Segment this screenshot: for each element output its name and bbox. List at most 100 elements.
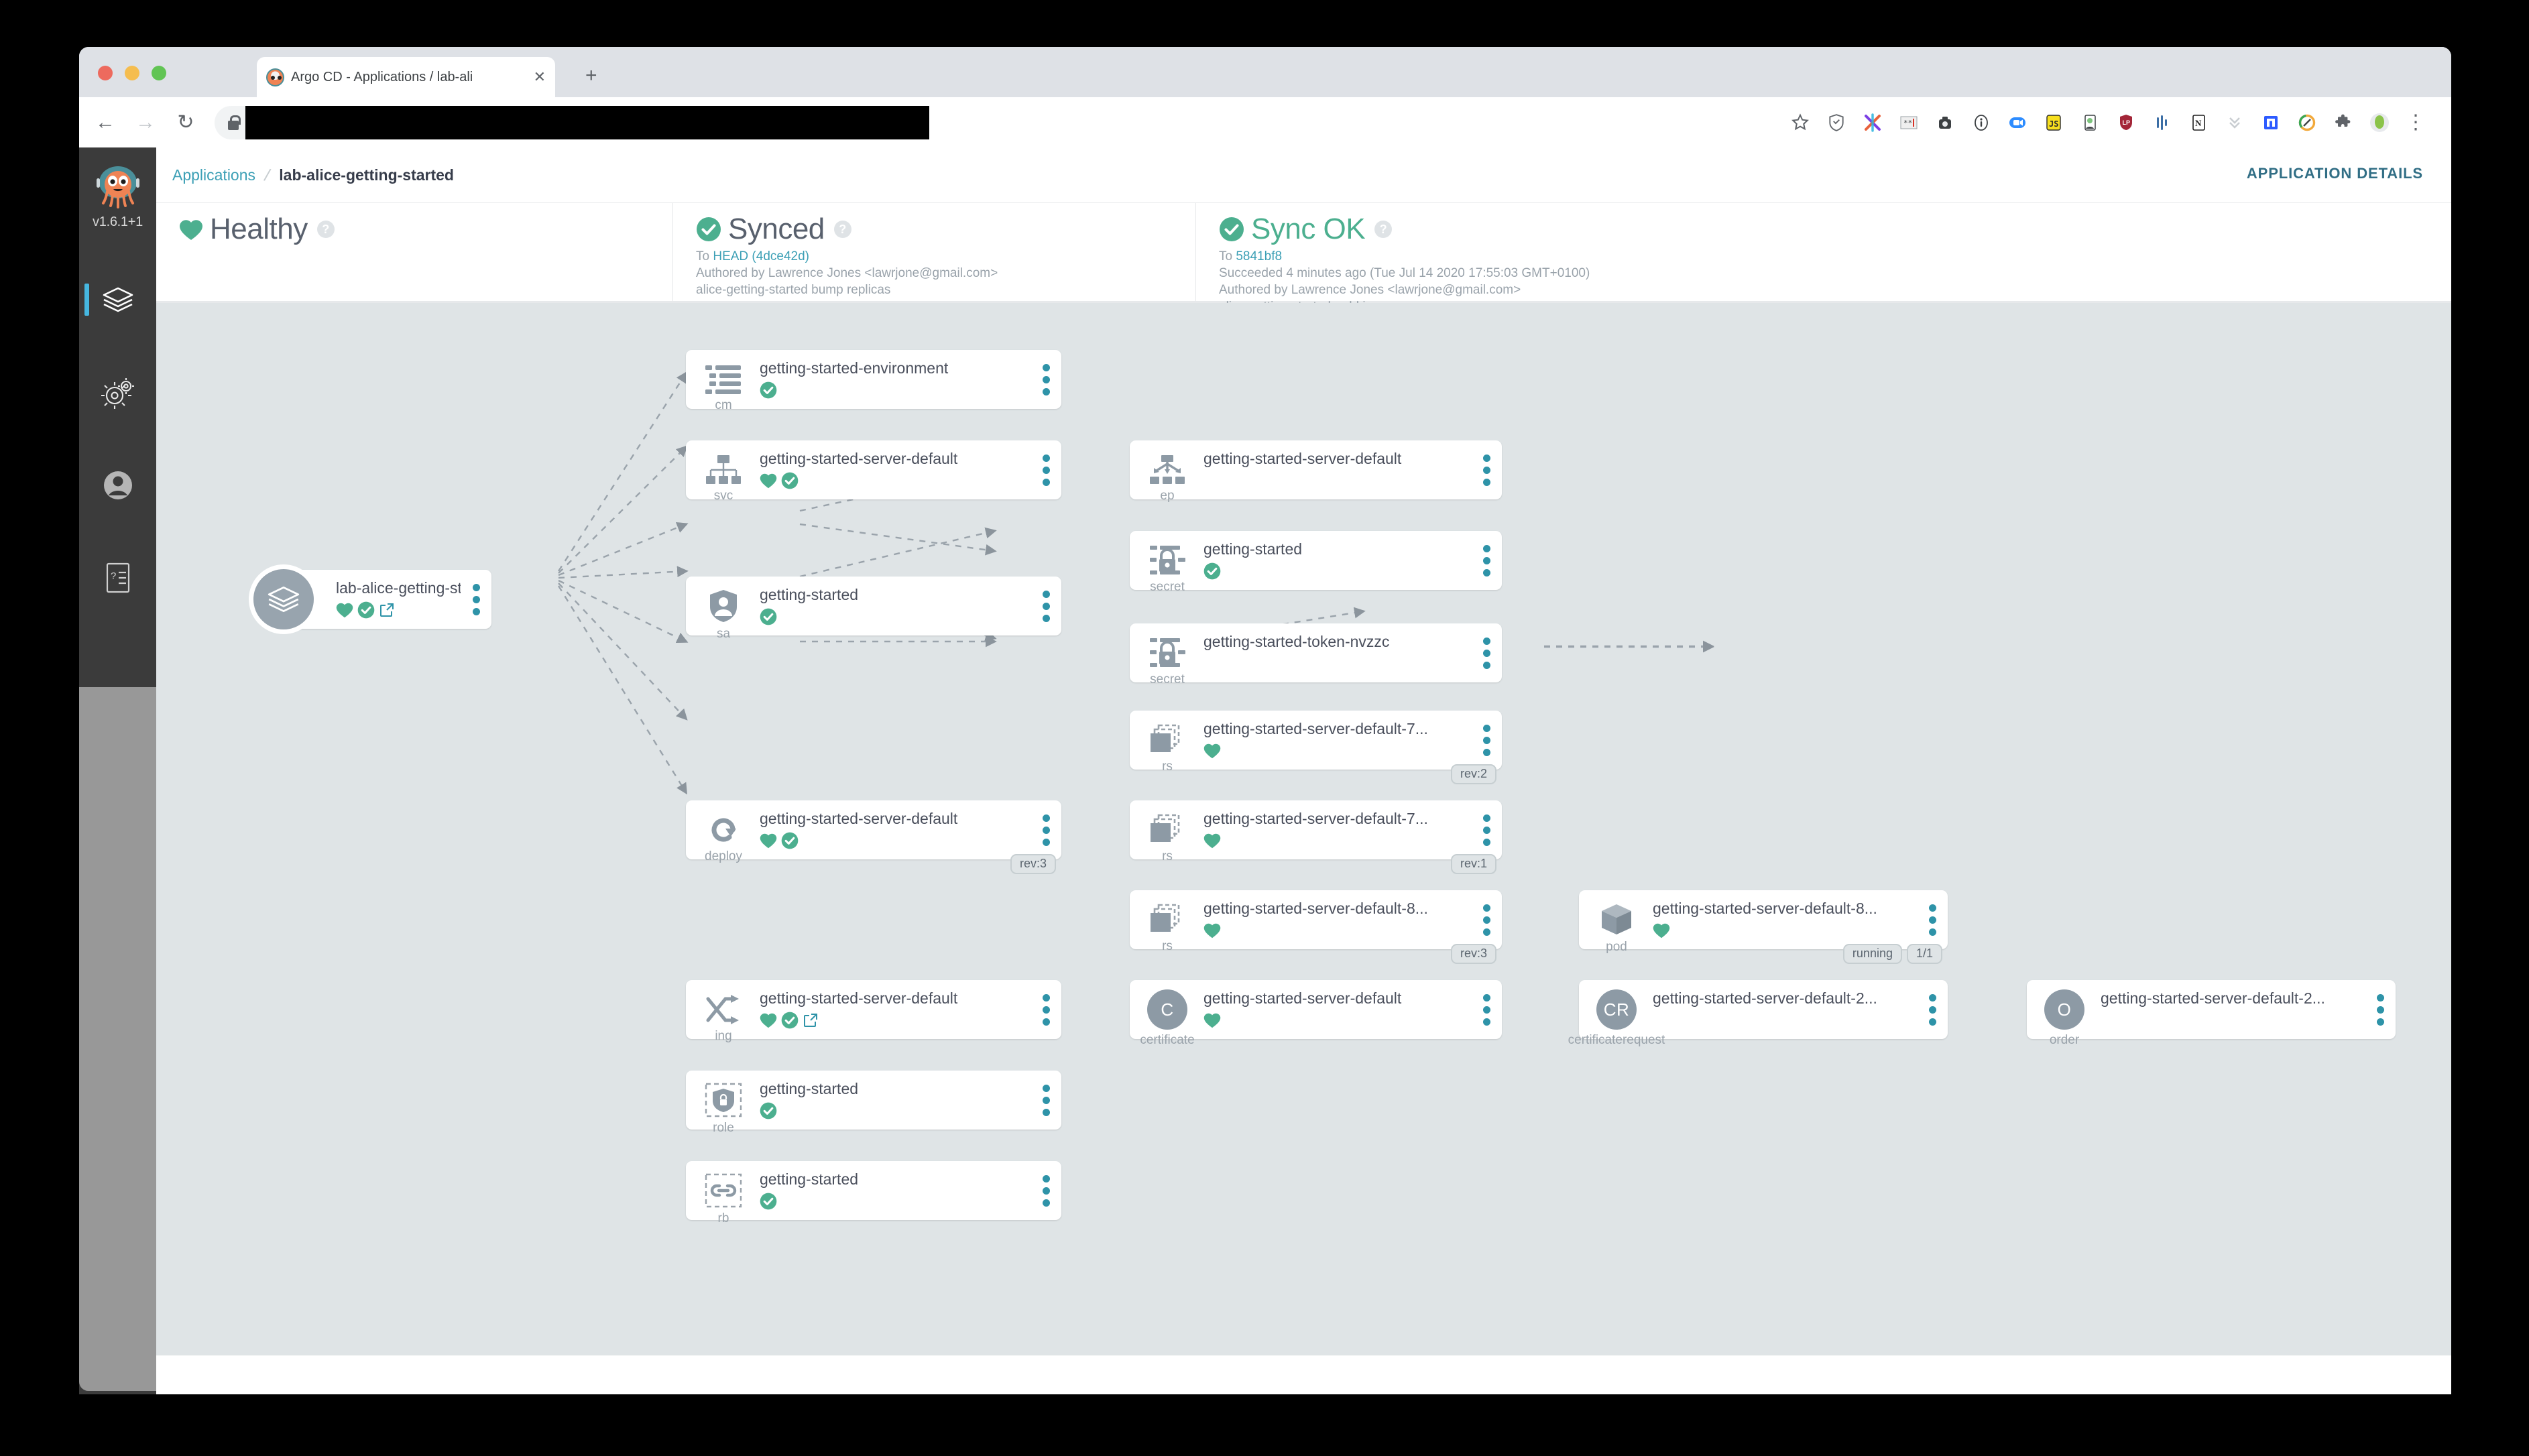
application-details-button[interactable]: APPLICATION DETAILS <box>2247 165 2423 182</box>
notion-extension-icon[interactable]: N <box>2180 105 2217 141</box>
tree-node-pod[interactable]: pod getting-started-server-default-8... <box>1579 890 1948 964</box>
node-badges <box>1203 654 1471 673</box>
operation-help-icon[interactable]: ? <box>1374 221 1393 238</box>
address-bar[interactable] <box>215 105 929 139</box>
sidebar-item-applications[interactable] <box>79 271 156 328</box>
code-extension-icon[interactable]: ** <box>1891 105 1927 141</box>
node-menu-button[interactable] <box>1917 993 1948 1026</box>
url-text[interactable] <box>245 105 929 139</box>
tree-node-rolebinding[interactable]: rb getting-started <box>686 1161 1061 1225</box>
person-extension-icon[interactable] <box>2072 105 2108 141</box>
node-menu-button[interactable] <box>1471 724 1502 756</box>
tree-node-application[interactable]: lab-alice-getting-started <box>249 564 491 634</box>
tree-node-replicaset-2[interactable]: rs getting-started-server-default-7... r… <box>1130 800 1502 874</box>
forward-icon[interactable]: → <box>134 111 157 134</box>
node-menu-button[interactable] <box>1471 814 1502 846</box>
close-tab-icon[interactable]: ✕ <box>531 68 546 86</box>
healthy-heart-icon <box>760 833 777 849</box>
order-initial-badge: O <box>2044 989 2084 1030</box>
external-link-icon[interactable] <box>803 1012 819 1028</box>
sync-revision-link[interactable]: HEAD (4dce42d) <box>713 249 809 263</box>
sync-revision-line: To HEAD (4dce42d) <box>696 248 1195 265</box>
sync-help-icon[interactable]: ? <box>833 221 851 238</box>
browser-tab[interactable]: Argo CD - Applications / lab-ali ✕ <box>257 57 555 97</box>
node-menu-button[interactable] <box>1031 590 1061 622</box>
healthy-heart-icon <box>760 473 777 489</box>
node-menu-button[interactable] <box>1031 363 1061 396</box>
back-icon[interactable]: ← <box>94 111 117 134</box>
order-icon: O order <box>2036 989 2093 1047</box>
reload-icon[interactable]: ↻ <box>174 111 197 134</box>
external-link-icon[interactable] <box>379 602 395 618</box>
node-menu-button[interactable] <box>1031 454 1061 486</box>
node-menu-button[interactable] <box>1471 544 1502 577</box>
shield-extension-icon[interactable] <box>1818 105 1855 141</box>
node-badges <box>1203 741 1471 760</box>
synced-tick-icon <box>781 472 799 489</box>
colorful-x-extension-icon[interactable] <box>1855 105 1891 141</box>
sidebar-scrollbar[interactable] <box>79 687 156 1394</box>
javascript-extension-icon[interactable]: JS <box>2036 105 2072 141</box>
tree-node-certificate[interactable]: C certificate getting-started-server-def… <box>1130 980 1502 1047</box>
node-menu-button[interactable] <box>1471 904 1502 936</box>
new-tab-button[interactable]: + <box>585 66 597 86</box>
node-kind: role <box>713 1121 734 1135</box>
zoom-video-extension-icon[interactable] <box>1999 105 2036 141</box>
health-help-icon[interactable]: ? <box>316 221 335 238</box>
tree-node-order[interactable]: O order getting-started-server-default-2… <box>2027 980 2396 1047</box>
tree-node-deployment[interactable]: deploy getting-started-server-default re… <box>686 800 1061 874</box>
node-menu-button[interactable] <box>1031 1174 1061 1207</box>
node-menu-button[interactable] <box>1471 454 1502 486</box>
minimize-window-button[interactable] <box>125 66 139 80</box>
tree-node-role[interactable]: role getting-started <box>686 1071 1061 1135</box>
tree-node-serviceaccount[interactable]: sa getting-started <box>686 577 1061 641</box>
node-menu-button[interactable] <box>461 583 491 615</box>
argo-logo-icon[interactable] <box>94 162 142 210</box>
node-menu-button[interactable] <box>1031 993 1061 1026</box>
resource-tree-canvas[interactable]: lab-alice-getting-started <box>156 303 2451 1355</box>
window-controls[interactable] <box>98 66 166 80</box>
profile-avatar-icon[interactable] <box>2361 105 2398 141</box>
tree-node-certificaterequest[interactable]: CR certificaterequest getting-started-se… <box>1568 980 1948 1047</box>
node-kind: certificate <box>1140 1033 1195 1047</box>
puzzle-extensions-icon[interactable] <box>2325 105 2361 141</box>
node-menu-button[interactable] <box>1031 1084 1061 1116</box>
sidebar-item-documentation[interactable]: ? <box>79 550 156 606</box>
camera-extension-icon[interactable] <box>1927 105 1963 141</box>
operation-revision-link[interactable]: 5841bf8 <box>1236 249 1282 263</box>
sidebar-item-user-info[interactable] <box>79 457 156 513</box>
info-extension-icon[interactable] <box>1963 105 1999 141</box>
circle-slash-extension-icon[interactable] <box>2289 105 2325 141</box>
tree-node-secret-2[interactable]: secret getting-started-token-nvzzc <box>1130 623 1502 686</box>
tree-node-endpoints[interactable]: ep getting-started-server-default <box>1130 440 1502 503</box>
tree-node-replicaset-3[interactable]: rs getting-started-server-default-8... r… <box>1130 890 1502 964</box>
maximize-window-button[interactable] <box>152 66 166 80</box>
tree-node-configmap[interactable]: cm getting-started-environment <box>686 350 1061 412</box>
node-name: getting-started-server-default <box>760 989 958 1007</box>
breadcrumb-applications-link[interactable]: Applications <box>172 166 255 184</box>
blue-square-extension-icon[interactable] <box>2253 105 2289 141</box>
close-window-button[interactable] <box>98 66 113 80</box>
node-menu-button[interactable] <box>1471 637 1502 669</box>
node-menu-button[interactable] <box>1031 814 1061 846</box>
node-menu-button[interactable] <box>1471 993 1502 1026</box>
node-kind: rs <box>1162 939 1173 953</box>
sidebar-item-settings[interactable] <box>79 365 156 422</box>
node-menu-button[interactable] <box>1917 904 1948 936</box>
node-badges <box>760 1101 1031 1120</box>
browser-menu-icon[interactable]: ⋮ <box>2398 105 2434 141</box>
chevrons-extension-icon[interactable] <box>2217 105 2253 141</box>
node-pills: rev:3 <box>1450 944 1496 964</box>
bookmark-star-icon[interactable] <box>1782 105 1818 141</box>
sidebar-scrollbar-thumb[interactable] <box>79 687 156 1391</box>
node-menu-button[interactable] <box>2365 993 2396 1026</box>
certificaterequest-initial-badge: CR <box>1596 989 1637 1030</box>
tree-node-ingress[interactable]: ing getting-started-server-default <box>686 980 1061 1043</box>
lastpass-extension-icon[interactable]: LP <box>2108 105 2144 141</box>
tree-node-replicaset-1[interactable]: rs getting-started-server-default-7... r… <box>1130 711 1502 784</box>
operation-succeeded-line: Succeeded 4 minutes ago (Tue Jul 14 2020… <box>1219 266 1590 281</box>
tree-node-secret-1[interactable]: secret getting-started <box>1130 531 1502 594</box>
tree-node-service[interactable]: svc getting-started-server-default <box>686 440 1061 503</box>
node-badges <box>760 607 1031 626</box>
waveform-extension-icon[interactable] <box>2144 105 2180 141</box>
